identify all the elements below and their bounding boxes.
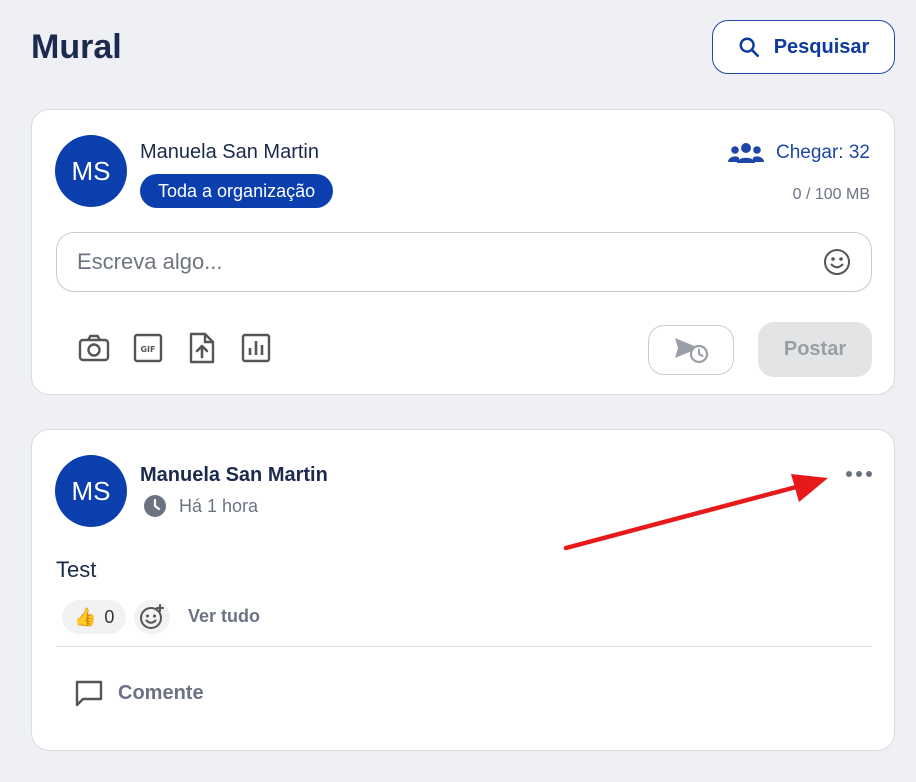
- reach-indicator: Chegar: 32: [727, 142, 870, 164]
- post-timestamp: Há 1 hora: [143, 494, 258, 518]
- reaction-count: 0: [104, 606, 115, 627]
- compose-input[interactable]: [77, 249, 823, 275]
- add-reaction-button[interactable]: [134, 600, 170, 634]
- page-title: Mural: [31, 28, 122, 66]
- composer-toolbar: GIF: [78, 332, 272, 364]
- post-time-text: Há 1 hora: [179, 495, 259, 516]
- gif-icon: GIF: [133, 333, 163, 363]
- storage-usage: 0 / 100 MB: [792, 186, 870, 203]
- people-group-icon: [727, 143, 764, 163]
- compose-field[interactable]: [56, 232, 872, 292]
- divider: [56, 646, 872, 647]
- search-icon: [739, 37, 759, 57]
- audience-selector[interactable]: Toda a organização: [140, 174, 334, 208]
- search-button-label: Pesquisar: [773, 35, 870, 58]
- like-reaction-button[interactable]: 👍 0: [62, 600, 127, 634]
- thumbs-up-icon: 👍: [74, 606, 97, 627]
- search-button[interactable]: Pesquisar: [712, 20, 895, 74]
- more-options-icon[interactable]: [844, 466, 874, 482]
- clock-icon: [144, 495, 166, 517]
- schedule-post-button[interactable]: [648, 325, 734, 375]
- add-emoji-icon: [140, 604, 164, 629]
- emoji-icon[interactable]: [823, 248, 851, 276]
- post-author-name[interactable]: Manuela San Martin: [140, 464, 328, 487]
- comment-icon: [75, 680, 103, 707]
- avatar: MS: [55, 135, 127, 207]
- add-gif-button[interactable]: GIF: [132, 332, 164, 364]
- avatar: MS: [55, 455, 127, 527]
- composer-author-name: Manuela San Martin: [140, 141, 319, 163]
- reach-count: Chegar: 32: [775, 142, 870, 163]
- svg-text:GIF: GIF: [140, 345, 155, 354]
- post-body: Test: [56, 557, 97, 582]
- upload-file-icon: [189, 332, 215, 364]
- see-all-reactions-link[interactable]: Ver tudo: [188, 606, 260, 627]
- poll-chart-icon: [241, 333, 271, 363]
- feed-post-card: MS Manuela San Martin Há 1 hora Test 👍 0…: [31, 429, 895, 751]
- add-photo-button[interactable]: [78, 332, 110, 364]
- upload-file-button[interactable]: [186, 332, 218, 364]
- schedule-send-icon: [675, 338, 709, 364]
- camera-icon: [78, 334, 110, 362]
- comment-button[interactable]: Comente: [74, 678, 204, 708]
- post-button[interactable]: Postar: [758, 322, 872, 377]
- add-poll-button[interactable]: [240, 332, 272, 364]
- post-composer-card: MS Manuela San Martin Toda a organização…: [31, 109, 895, 395]
- comment-button-label: Comente: [118, 681, 204, 704]
